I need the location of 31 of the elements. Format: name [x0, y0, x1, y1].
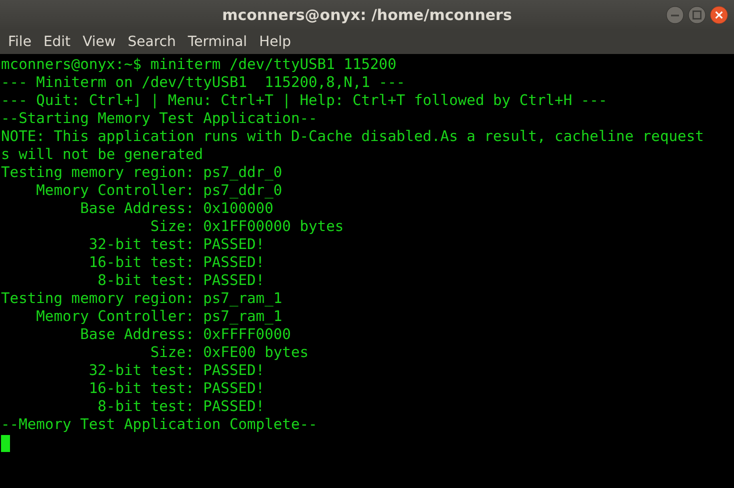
menu-item[interactable]: Edit	[37, 34, 77, 50]
menu-item[interactable]: Terminal	[182, 34, 254, 50]
terminal-line: 8-bit test: PASSED!	[96, 398, 265, 416]
menu-item[interactable]: View	[76, 34, 122, 50]
terminal-line: 16-bit test: PASSED!	[88, 380, 265, 398]
terminal-line: Size: 0xFE00 bytes	[149, 344, 309, 362]
terminal-line: s will not be generated	[1, 146, 204, 164]
menu-item[interactable]: Search	[122, 34, 182, 50]
terminal-line: --Memory Test Application Complete--	[1, 416, 318, 434]
text-cursor	[1, 435, 10, 452]
terminal-line: Memory Controller: ps7_ram_1	[35, 308, 282, 326]
terminal-line: 32-bit test: PASSED!	[88, 236, 265, 254]
terminal-line: --Starting Memory Test Application--	[1, 110, 318, 128]
terminal-line: Testing memory region: ps7_ram_1	[1, 290, 282, 308]
menu-item[interactable]: Help	[253, 34, 297, 50]
close-icon[interactable]	[710, 6, 728, 24]
terminal-line: NOTE: This application runs with D-Cache disabled.As a result, cacheline request	[1, 128, 704, 146]
window-title: mconners@onyx: /home/mconners	[222, 6, 512, 24]
terminal-line: Testing memory region: ps7_ddr_0	[1, 164, 282, 182]
terminal-line: Base Address: 0x100000	[79, 200, 274, 218]
terminal-line: --- Quit: Ctrl+] | Menu: Ctrl+T | Help: Ctrl+T followed by Ctrl+H ---	[1, 92, 608, 110]
minimize-icon[interactable]	[666, 6, 684, 24]
terminal-line: Size: 0x1FF00000 bytes	[149, 218, 344, 236]
terminal-line: mconners@onyx:~$ miniterm /dev/ttyUSB1 115200	[1, 56, 396, 74]
terminal-line: 32-bit test: PASSED!	[88, 362, 265, 380]
menu-item[interactable]: File	[2, 34, 38, 50]
terminal-line: --- Miniterm on /dev/ttyUSB1 115200,8,N,1 ---	[1, 74, 406, 92]
terminal-line: 16-bit test: PASSED!	[88, 254, 265, 272]
terminal-line: 8-bit test: PASSED!	[96, 272, 265, 290]
terminal-line: Base Address: 0xFFFF0000	[79, 326, 291, 344]
terminal-line: Memory Controller: ps7_ddr_0	[35, 182, 282, 200]
